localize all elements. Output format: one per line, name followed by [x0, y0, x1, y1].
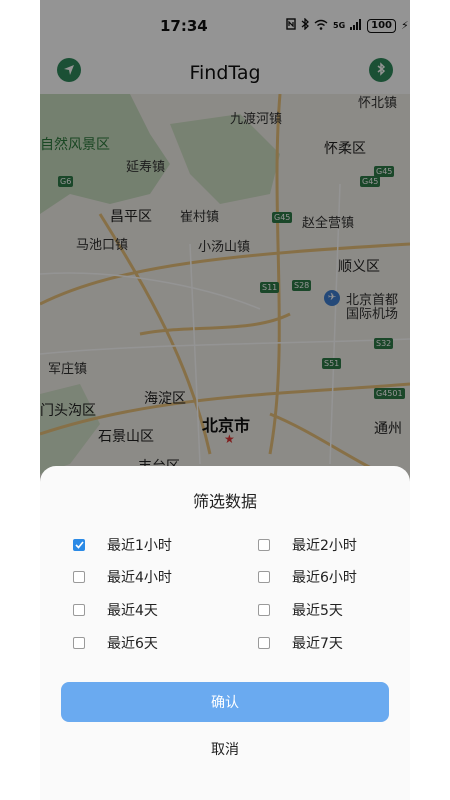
check-icon — [74, 541, 84, 549]
option-label: 最近4天 — [107, 603, 158, 619]
option-last-5-days[interactable]: 最近5天 — [258, 598, 343, 622]
option-last-4-hours[interactable]: 最近4小时 — [73, 565, 172, 589]
option-label: 最近7天 — [292, 636, 343, 652]
option-label: 最近2小时 — [292, 538, 357, 554]
option-last-6-hours[interactable]: 最近6小时 — [258, 565, 357, 589]
option-label: 最近4小时 — [107, 570, 172, 586]
checkbox[interactable] — [73, 604, 85, 616]
option-last-4-days[interactable]: 最近4天 — [73, 598, 158, 622]
option-last-2-hours[interactable]: 最近2小时 — [258, 533, 357, 557]
option-label: 最近6小时 — [292, 570, 357, 586]
option-last-7-days[interactable]: 最近7天 — [258, 631, 343, 655]
phone-screen: 怀北镇 九渡河镇 自然风景区 延寿镇 怀柔区 昌平区 崔村镇 赵全营镇 马池口镇… — [40, 0, 410, 800]
checkbox[interactable] — [73, 637, 85, 649]
filter-bottom-sheet: 筛选数据 最近1小时 最近2小时 最近4小时 最近6小时 最近4天 最近5天 最… — [40, 466, 410, 800]
checkbox[interactable] — [258, 604, 270, 616]
checkbox-checked[interactable] — [73, 539, 85, 551]
option-label: 最近6天 — [107, 636, 158, 652]
sheet-title: 筛选数据 — [192, 492, 257, 511]
cancel-button[interactable]: 取消 — [175, 736, 275, 762]
confirm-button[interactable]: 确认 — [61, 682, 389, 722]
checkbox[interactable] — [258, 539, 270, 551]
option-last-1-hour[interactable]: 最近1小时 — [73, 533, 172, 557]
option-last-6-days[interactable]: 最近6天 — [73, 631, 158, 655]
checkbox[interactable] — [258, 571, 270, 583]
option-label: 最近5天 — [292, 603, 343, 619]
checkbox[interactable] — [73, 571, 85, 583]
option-label: 最近1小时 — [107, 538, 172, 554]
checkbox[interactable] — [258, 637, 270, 649]
